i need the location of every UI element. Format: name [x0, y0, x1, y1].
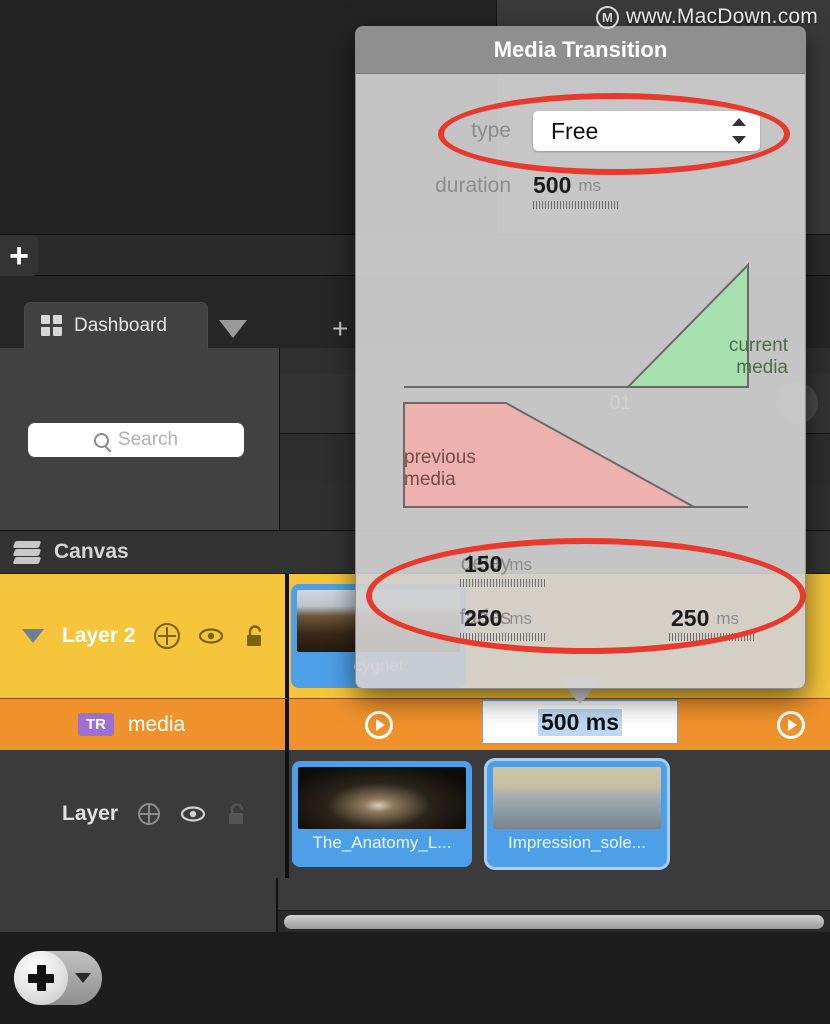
plus-icon	[28, 965, 54, 991]
scrollbar-thumb[interactable]	[284, 915, 824, 929]
timeline-row-layer: Layer The_Anatomy_L... Impression_sole..…	[0, 750, 830, 878]
tab-dashboard-label: Dashboard	[74, 314, 167, 336]
annotation-ellipse-type	[438, 93, 790, 175]
plus-icon: +	[9, 236, 29, 275]
add-button[interactable]	[14, 951, 68, 1005]
media-track-header[interactable]: TR media	[0, 699, 287, 750]
chevron-down-icon[interactable]	[219, 320, 247, 338]
tab-dashboard[interactable]: Dashboard	[24, 302, 208, 348]
duration-value-wrap[interactable]: 500 ms	[533, 172, 601, 199]
unlock-icon[interactable]	[242, 623, 268, 649]
timeline-divider	[287, 574, 289, 878]
clip-thumbnail	[493, 767, 661, 829]
timeline-footer-left	[0, 878, 278, 932]
tr-badge: TR	[78, 713, 114, 736]
impression-thumbnail	[493, 767, 661, 829]
search-input[interactable]: Search	[28, 423, 244, 457]
search-icon	[93, 432, 109, 448]
clip-impression[interactable]: Impression_sole...	[487, 761, 667, 867]
layer2-name: Layer 2	[62, 624, 136, 647]
transition-duration-field[interactable]: 500 ms	[482, 700, 678, 744]
canvas-label: Canvas	[54, 540, 129, 563]
duration-label: duration	[435, 174, 511, 197]
duration-label-wrap: duration	[381, 174, 511, 198]
layer-header[interactable]: Layer	[0, 750, 287, 878]
duration-unit: ms	[578, 175, 602, 195]
bottom-toolbar: edit board	[0, 932, 830, 1024]
layers-icon	[12, 541, 42, 564]
search-placeholder: Search	[117, 429, 179, 450]
triangle-down-icon[interactable]	[75, 973, 91, 983]
triangle-down-icon[interactable]	[22, 629, 44, 643]
clip-thumbnail	[298, 767, 466, 829]
clip-anatomy[interactable]: The_Anatomy_L...	[292, 761, 472, 867]
previous-media-label: previous media	[404, 447, 476, 490]
layer-name: Layer	[62, 802, 119, 825]
add-split-button[interactable]	[14, 951, 102, 1005]
watermark: M www.MacDown.com	[595, 5, 818, 29]
eye-icon[interactable]	[180, 801, 206, 827]
move-icon[interactable]	[153, 623, 180, 649]
move-icon[interactable]	[136, 801, 162, 827]
duration-value: 500	[533, 172, 572, 198]
add-button[interactable]: +	[0, 235, 38, 276]
clip-anatomy-label: The_Anatomy_L...	[312, 833, 452, 852]
layer2-header[interactable]: Layer 2	[0, 574, 287, 698]
watermark-text: www.MacDown.com	[625, 5, 818, 28]
timeline-row-media: TR media	[0, 698, 830, 750]
arrow-right-circle-icon-right[interactable]	[777, 711, 805, 739]
unlock-icon[interactable]	[224, 801, 250, 827]
grid-icon	[41, 315, 62, 336]
transition-graph: current media previous media	[396, 255, 796, 513]
eye-icon[interactable]	[198, 623, 224, 649]
arrow-right-circle-icon-left[interactable]	[365, 711, 393, 739]
add-tab-button[interactable]: +	[332, 315, 348, 343]
clip-impression-label: Impression_sole...	[508, 833, 646, 852]
duration-stepper[interactable]	[533, 201, 618, 209]
annotation-ellipse-delay-fades	[366, 538, 806, 654]
macdown-logo-icon: M	[595, 5, 619, 29]
app-window: + Dashboard + Search 01 no transition Ca…	[0, 0, 830, 1024]
dialog-title: Media Transition	[356, 27, 805, 74]
layer-track[interactable]: The_Anatomy_L... Impression_sole...	[287, 750, 830, 878]
anatomy-thumbnail	[298, 767, 466, 829]
horizontal-scrollbar[interactable]	[278, 910, 830, 932]
media-track-label: media	[128, 712, 186, 736]
transition-duration-value: 500 ms	[537, 708, 622, 736]
current-media-label: current media	[728, 335, 788, 378]
